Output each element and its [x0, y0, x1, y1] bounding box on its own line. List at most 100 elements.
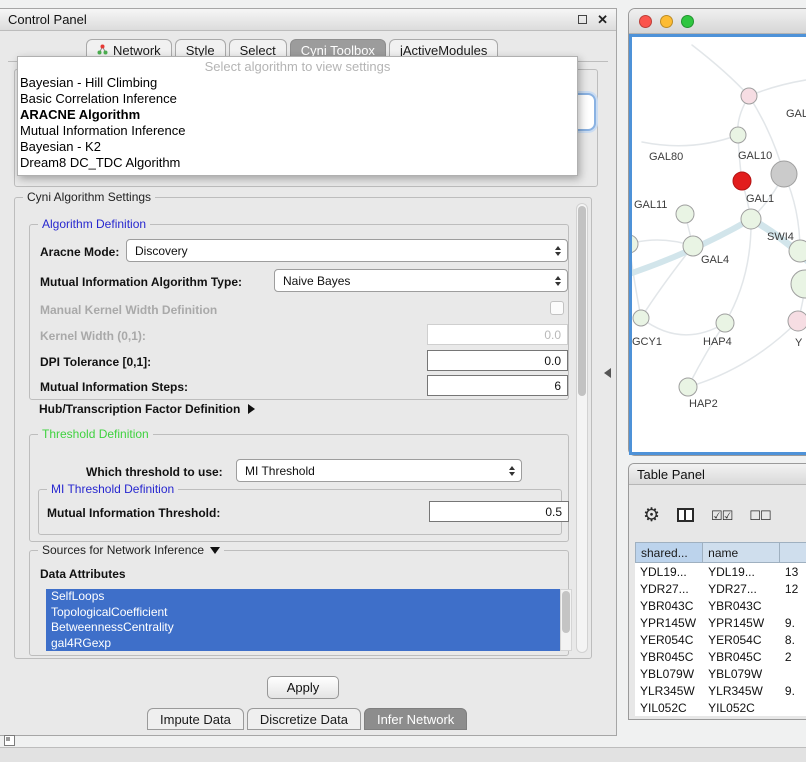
- mi-type-combo[interactable]: Naive Bayes: [274, 269, 568, 292]
- table-cell[interactable]: YIL052C: [635, 699, 703, 716]
- mi-threshold-field[interactable]: [429, 501, 569, 522]
- table-cell[interactable]: [780, 665, 806, 682]
- table-cell[interactable]: YPR145W: [703, 614, 780, 631]
- attribute-item-selfloops[interactable]: SelfLoops: [46, 589, 560, 605]
- node-right-big[interactable]: [791, 270, 806, 298]
- table-cell[interactable]: YPR145W: [635, 614, 703, 631]
- zoom-button[interactable]: [681, 15, 694, 28]
- table-row[interactable]: YDL19...YDL19...13: [635, 563, 806, 580]
- column-header-2[interactable]: [780, 542, 806, 563]
- table-cell[interactable]: 9.: [780, 682, 806, 699]
- table-panel-titlebar[interactable]: Table Panel: [629, 464, 806, 485]
- minimized-panel-icon[interactable]: [4, 735, 15, 746]
- table-row[interactable]: YLR345WYLR345W9.: [635, 682, 806, 699]
- algorithm-option-basic-correlation-inference[interactable]: Basic Correlation Inference: [18, 91, 577, 107]
- algorithm-option-mutual-information-inference[interactable]: Mutual Information Inference: [18, 123, 577, 139]
- table-cell[interactable]: YBR045C: [703, 648, 780, 665]
- which-threshold-combo[interactable]: MI Threshold: [236, 459, 522, 482]
- table-cell[interactable]: YIL052C: [703, 699, 780, 716]
- network-edge[interactable]: [688, 323, 725, 387]
- hub-definition-toggle[interactable]: Hub/Transcription Factor Definition: [39, 402, 255, 416]
- node-red[interactable]: [733, 172, 751, 190]
- table-cell[interactable]: YLR345W: [703, 682, 780, 699]
- network-edge[interactable]: [749, 77, 806, 96]
- network-edge[interactable]: [632, 244, 641, 318]
- node-pink-right[interactable]: [788, 311, 806, 331]
- network-edge[interactable]: [641, 318, 725, 335]
- algorithm-option-aracne-algorithm[interactable]: ARACNE Algorithm: [18, 107, 577, 123]
- tab-discretize-data[interactable]: Discretize Data: [247, 708, 361, 730]
- gear-icon[interactable]: ⚙: [643, 506, 660, 525]
- table-cell[interactable]: YLR345W: [635, 682, 703, 699]
- attribute-item-topologicalcoefficient[interactable]: TopologicalCoefficient: [46, 605, 560, 621]
- network-edge[interactable]: [688, 321, 798, 387]
- attributes-list-scrollbar-thumb[interactable]: [562, 591, 570, 633]
- table-cell[interactable]: YBL079W: [703, 665, 780, 682]
- close-button[interactable]: [639, 15, 652, 28]
- table-row[interactable]: YIL052CYIL052C: [635, 699, 806, 716]
- table-row[interactable]: YDR27...YDR27...12: [635, 580, 806, 597]
- dpi-tolerance-field[interactable]: [427, 350, 568, 371]
- panel-collapse-arrow[interactable]: [604, 368, 611, 378]
- table-cell[interactable]: 2: [780, 648, 806, 665]
- node-gal1[interactable]: [741, 209, 761, 229]
- node-hap2[interactable]: [679, 378, 697, 396]
- table-cell[interactable]: YDL19...: [635, 563, 703, 580]
- algorithm-option-dream8-dc-tdc-algorithm[interactable]: Dream8 DC_TDC Algorithm: [18, 155, 577, 171]
- table-cell[interactable]: YBL079W: [635, 665, 703, 682]
- table-row[interactable]: YER054CYER054C8.: [635, 631, 806, 648]
- minimize-button[interactable]: [660, 15, 673, 28]
- algorithm-option-bayesian-hill-climbing[interactable]: Bayesian - Hill Climbing: [18, 75, 577, 91]
- select-all-checkboxes-icon[interactable]: ☑☑: [711, 509, 732, 522]
- node-swi4[interactable]: [789, 240, 806, 262]
- node-pink-top[interactable]: [741, 88, 757, 104]
- table-cell[interactable]: YER054C: [703, 631, 780, 648]
- network-canvas[interactable]: GALGAL80GAL10GAL11GAL1SWI4GAL4GCY1HAP4YH…: [629, 34, 806, 455]
- control-panel-titlebar[interactable]: Control Panel ✕: [0, 9, 616, 31]
- table-cell[interactable]: YBR043C: [635, 597, 703, 614]
- tab-impute-data[interactable]: Impute Data: [147, 708, 244, 730]
- settings-scrollbar-thumb[interactable]: [578, 206, 586, 396]
- columns-icon[interactable]: [677, 508, 694, 522]
- table-cell[interactable]: YDL19...: [703, 563, 780, 580]
- settings-scrollbar[interactable]: [576, 203, 588, 653]
- table-cell[interactable]: YDR27...: [703, 580, 780, 597]
- node-left-cut[interactable]: [632, 235, 638, 253]
- table-cell[interactable]: [780, 699, 806, 716]
- node-gcy1[interactable]: [633, 310, 649, 326]
- column-header-shared[interactable]: shared...: [635, 542, 703, 563]
- network-edge[interactable]: [692, 45, 749, 96]
- node-hap4[interactable]: [716, 314, 734, 332]
- attribute-item-betweennesscentrality[interactable]: BetweennessCentrality: [46, 620, 560, 636]
- network-edge[interactable]: [725, 219, 751, 323]
- network-edge[interactable]: [642, 135, 738, 146]
- table-cell[interactable]: YER054C: [635, 631, 703, 648]
- mi-steps-field[interactable]: [427, 375, 568, 396]
- attribute-item-gal4rgexp[interactable]: gal4RGexp: [46, 636, 560, 652]
- table-row[interactable]: YPR145WYPR145W9.: [635, 614, 806, 631]
- tab-infer-network[interactable]: Infer Network: [364, 708, 467, 730]
- attributes-list-scrollbar[interactable]: [560, 589, 572, 651]
- sources-title[interactable]: Sources for Network Inference: [38, 543, 224, 557]
- column-header-name[interactable]: name: [703, 542, 780, 563]
- node-gal10[interactable]: [771, 161, 797, 187]
- table-cell[interactable]: YBR045C: [635, 648, 703, 665]
- table-row[interactable]: YBL079WYBL079W: [635, 665, 806, 682]
- table-cell[interactable]: YDR27...: [635, 580, 703, 597]
- node-gal11[interactable]: [676, 205, 694, 223]
- data-attributes-list[interactable]: SelfLoopsTopologicalCoefficientBetweenne…: [46, 589, 560, 651]
- node-gal4[interactable]: [683, 236, 703, 256]
- aracne-mode-combo[interactable]: Discovery: [126, 239, 568, 262]
- table-cell[interactable]: 12: [780, 580, 806, 597]
- table-cell[interactable]: 8.: [780, 631, 806, 648]
- table-row[interactable]: YBR043CYBR043C: [635, 597, 806, 614]
- deselect-all-checkboxes-icon[interactable]: ☐☐: [749, 509, 770, 522]
- table-cell[interactable]: 13: [780, 563, 806, 580]
- table-row[interactable]: YBR045CYBR045C2: [635, 648, 806, 665]
- float-window-icon[interactable]: [578, 15, 587, 24]
- close-icon[interactable]: ✕: [597, 13, 608, 26]
- algorithm-option-bayesian-k2[interactable]: Bayesian - K2: [18, 139, 577, 155]
- table-cell[interactable]: [780, 597, 806, 614]
- apply-button[interactable]: Apply: [267, 676, 339, 699]
- table-cell[interactable]: YBR043C: [703, 597, 780, 614]
